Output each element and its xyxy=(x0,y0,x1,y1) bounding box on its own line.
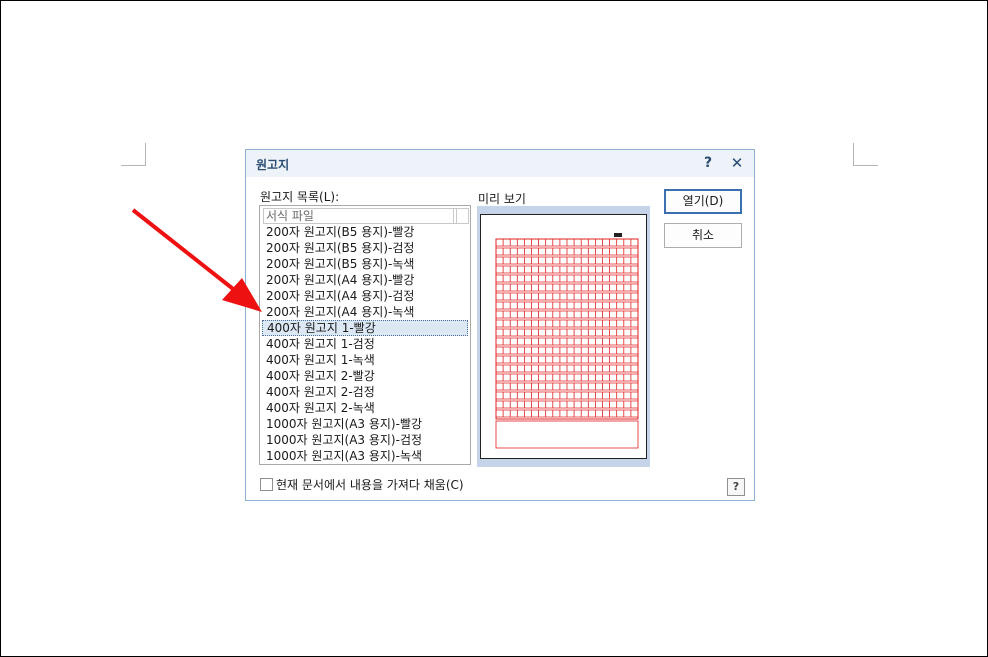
arrow-shaft xyxy=(131,208,244,298)
red-pointer-arrow xyxy=(131,208,262,312)
